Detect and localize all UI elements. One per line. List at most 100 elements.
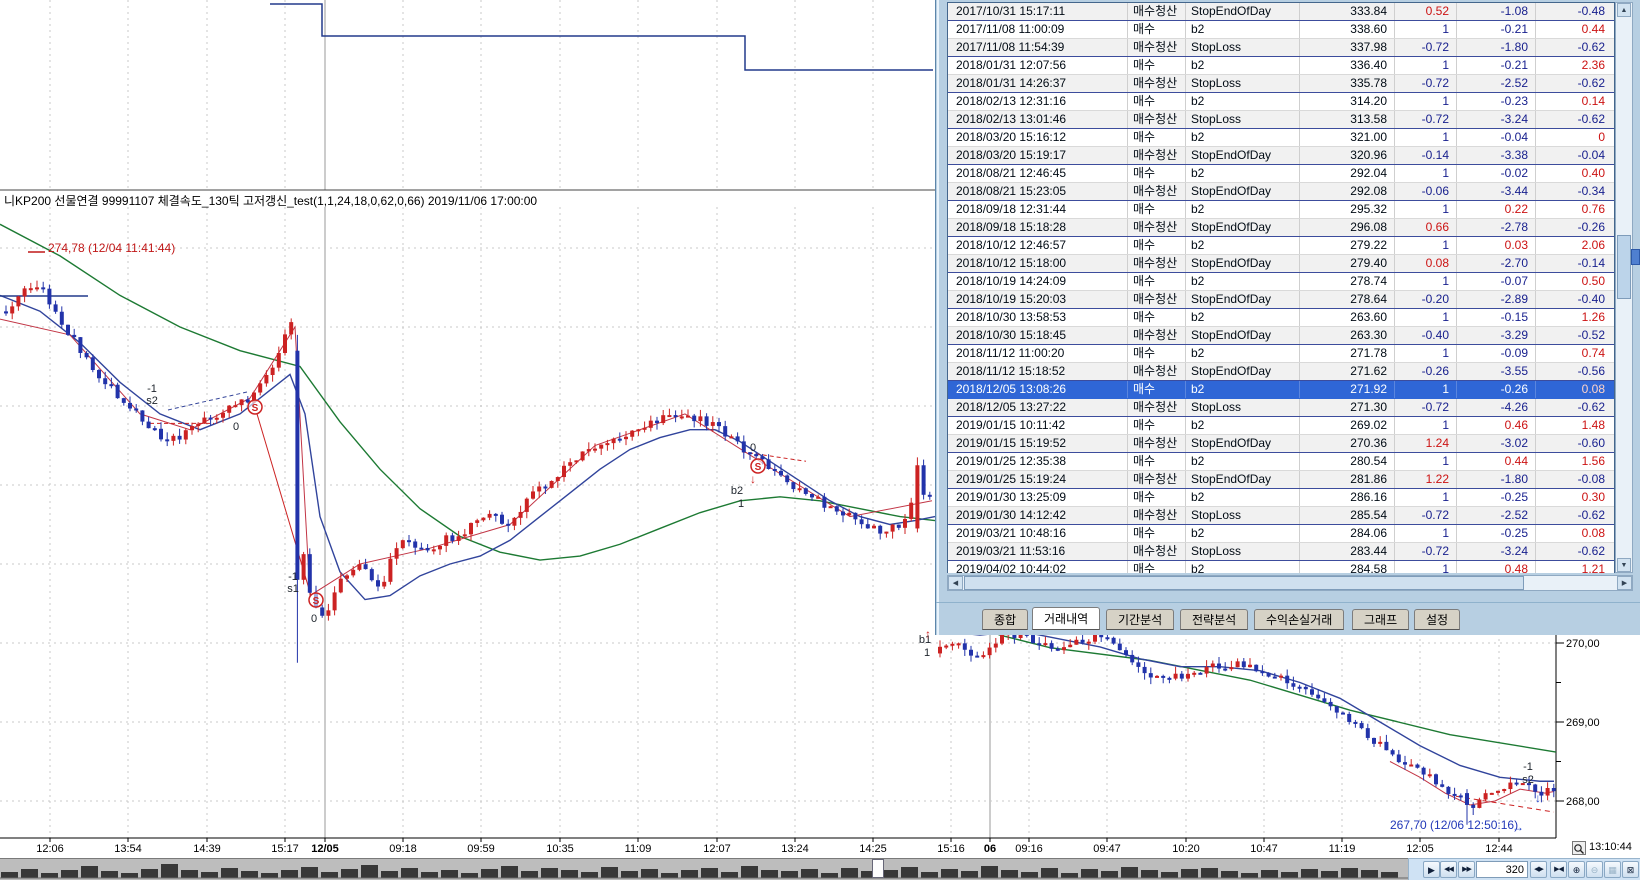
table-row[interactable]: 2019/01/15 15:19:52매수청산StopEndOfDay270.3…: [948, 435, 1614, 453]
vertical-scrollbar[interactable]: ▲ ▼: [1615, 2, 1633, 573]
horizontal-scrollbar[interactable]: ◀ ▶: [947, 575, 1633, 591]
table-row[interactable]: 2017/11/08 11:54:39매수청산StopLoss337.98-0.…: [948, 39, 1614, 57]
table-row[interactable]: 2018/10/12 12:46:57매수b2279.2210.032.06: [948, 237, 1614, 255]
table-cell: 2019/01/25 15:19:24: [948, 471, 1128, 488]
table-row[interactable]: 2018/01/31 14:26:37매수청산StopLoss335.78-0.…: [948, 75, 1614, 93]
hscroll-thumb[interactable]: [964, 576, 1524, 590]
table-cell: 2018/10/19 14:24:09: [948, 273, 1128, 290]
table-cell: 292.04: [1300, 165, 1395, 182]
scroll-right-button[interactable]: ▶: [1617, 576, 1632, 590]
table-row[interactable]: 2018/10/30 15:18:45매수청산StopEndOfDay263.3…: [948, 327, 1614, 345]
table-cell: 매수: [1128, 57, 1186, 74]
table-row[interactable]: 2019/01/30 14:12:42매수청산StopLoss285.54-0.…: [948, 507, 1614, 525]
tab-graph[interactable]: 그래프: [1352, 609, 1409, 630]
table-row[interactable]: 2018/02/13 13:01:46매수청산StopLoss313.58-0.…: [948, 111, 1614, 129]
trade-table[interactable]: 2017/10/31 15:17:11매수청산StopEndOfDay333.8…: [947, 2, 1615, 573]
table-cell: 280.54: [1300, 453, 1395, 470]
strip-slider-thumb[interactable]: [872, 859, 884, 878]
table-cell: 286.16: [1300, 489, 1395, 506]
table-row[interactable]: 2019/03/21 10:48:16매수b2284.061-0.250.08: [948, 525, 1614, 543]
table-cell: 매수청산: [1128, 75, 1186, 92]
tab-settings[interactable]: 설정: [1414, 609, 1460, 630]
table-row[interactable]: 2018/11/12 15:18:52매수청산StopEndOfDay271.6…: [948, 363, 1614, 381]
table-cell: -0.52: [1536, 327, 1612, 344]
table-row[interactable]: 2019/04/02 10:44:02매수b2284.5810.481.21: [948, 561, 1614, 573]
table-cell: 0.50: [1536, 273, 1612, 290]
svg-text:s1: s1: [287, 583, 299, 595]
scroll-up-button[interactable]: ▲: [1617, 3, 1631, 17]
table-cell: 2018/10/30 15:18:45: [948, 327, 1128, 344]
scroll-down-button[interactable]: ▼: [1617, 558, 1631, 572]
table-row[interactable]: 2019/01/25 12:35:38매수b2280.5410.441.56: [948, 453, 1614, 471]
x-axis-label: 09:59: [467, 843, 495, 855]
zoom-in-button[interactable]: ⊕: [1568, 861, 1585, 878]
table-row[interactable]: 2018/10/19 14:24:09매수b2278.741-0.070.50: [948, 273, 1614, 291]
scroll-left-button[interactable]: ◀: [948, 576, 963, 590]
table-row[interactable]: 2018/08/21 15:23:05매수청산StopEndOfDay292.0…: [948, 183, 1614, 201]
tab-trade-history[interactable]: 거래내역: [1032, 607, 1100, 630]
table-cell: 269.02: [1300, 417, 1395, 434]
tab-profit-loss-trades[interactable]: 수익손실거래: [1254, 609, 1344, 630]
tab-period-analysis[interactable]: 기간분석: [1106, 609, 1174, 630]
table-row[interactable]: 2019/01/25 15:19:24매수청산StopEndOfDay281.8…: [948, 471, 1614, 489]
table-cell: StopEndOfDay: [1186, 147, 1300, 164]
table-row[interactable]: 2018/02/13 12:31:16매수b2314.201-0.230.14: [948, 93, 1614, 111]
table-row[interactable]: 2018/12/05 13:08:26매수b2271.921-0.260.08: [948, 381, 1614, 399]
window-scroll-thumb[interactable]: [1631, 249, 1640, 265]
table-cell: 매수청산: [1128, 111, 1186, 128]
svg-text:0: 0: [233, 421, 239, 433]
table-cell: 263.60: [1300, 309, 1395, 326]
table-row[interactable]: 2017/10/31 15:17:11매수청산StopEndOfDay333.8…: [948, 3, 1614, 21]
tab-strategy-analysis[interactable]: 전략분석: [1180, 609, 1248, 630]
table-cell: -0.20: [1395, 291, 1457, 308]
table-row[interactable]: 2018/10/12 15:18:00매수청산StopEndOfDay279.4…: [948, 255, 1614, 273]
expand-button[interactable]: ◀▶: [1530, 861, 1547, 878]
table-cell: -0.23: [1457, 93, 1536, 110]
x-axis-label: 12:44: [1485, 843, 1513, 855]
table-cell: -0.34: [1536, 183, 1612, 200]
table-cell: 매수: [1128, 561, 1186, 573]
svg-text:-1: -1: [1523, 761, 1533, 773]
table-cell: 2019/01/15 15:19:52: [948, 435, 1128, 452]
table-row[interactable]: 2018/09/18 12:31:44매수b2295.3210.220.76: [948, 201, 1614, 219]
table-cell: StopLoss: [1186, 39, 1300, 56]
table-row[interactable]: 2018/01/31 12:07:56매수b2336.401-0.212.36: [948, 57, 1614, 75]
fast-back-button[interactable]: ◀◀: [1440, 861, 1457, 878]
session-high-annotation: 274,78 (12/04 11:41:44): [48, 241, 175, 255]
table-cell: 1: [1395, 381, 1457, 398]
table-row[interactable]: 2019/01/30 13:25:09매수b2286.161-0.250.30: [948, 489, 1614, 507]
table-row[interactable]: 2018/10/30 13:58:53매수b2263.601-0.151.26: [948, 309, 1614, 327]
table-cell: 285.54: [1300, 507, 1395, 524]
table-row[interactable]: 2018/10/19 15:20:03매수청산StopEndOfDay278.6…: [948, 291, 1614, 309]
arrow-icon: ↓: [750, 472, 756, 486]
table-cell: 매수청산: [1128, 3, 1186, 20]
table-cell: 0.08: [1395, 255, 1457, 272]
table-row[interactable]: 2017/11/08 11:00:09매수b2338.601-0.210.44: [948, 21, 1614, 39]
table-row[interactable]: 2019/01/15 10:11:42매수b2269.0210.461.48: [948, 417, 1614, 435]
table-cell: -3.44: [1457, 183, 1536, 200]
vscroll-thumb[interactable]: [1617, 235, 1631, 299]
table-row[interactable]: 2018/03/20 15:16:12매수b2321.001-0.040: [948, 129, 1614, 147]
close-button[interactable]: ⊠: [1622, 861, 1639, 878]
fast-forward-button[interactable]: ▶▶: [1458, 861, 1475, 878]
table-cell: 335.78: [1300, 75, 1395, 92]
table-row[interactable]: 2018/03/20 15:19:17매수청산StopEndOfDay320.9…: [948, 147, 1614, 165]
table-cell: StopLoss: [1186, 111, 1300, 128]
table-row[interactable]: 2018/12/05 13:27:22매수청산StopLoss271.30-0.…: [948, 399, 1614, 417]
zoom-icon[interactable]: [1572, 841, 1586, 855]
play-button[interactable]: ▶: [1423, 861, 1440, 878]
table-row[interactable]: 2019/03/21 11:53:16매수청산StopLoss283.44-0.…: [948, 543, 1614, 561]
table-cell: b2: [1186, 129, 1300, 146]
table-cell: -0.62: [1536, 543, 1612, 560]
collapse-button[interactable]: ▶◀: [1550, 861, 1567, 878]
table-cell: -0.62: [1536, 39, 1612, 56]
table-cell: b2: [1186, 453, 1300, 470]
table-cell: 321.00: [1300, 129, 1395, 146]
tab-summary[interactable]: 종합: [982, 609, 1028, 630]
table-row[interactable]: 2018/09/18 15:18:28매수청산StopEndOfDay296.0…: [948, 219, 1614, 237]
bar-count-input[interactable]: [1476, 861, 1528, 878]
table-row[interactable]: 2018/08/21 12:46:45매수b2292.041-0.020.40: [948, 165, 1614, 183]
table-cell: 매수청산: [1128, 291, 1186, 308]
table-row[interactable]: 2018/11/12 11:00:20매수b2271.781-0.090.74: [948, 345, 1614, 363]
table-cell: 매수청산: [1128, 399, 1186, 416]
